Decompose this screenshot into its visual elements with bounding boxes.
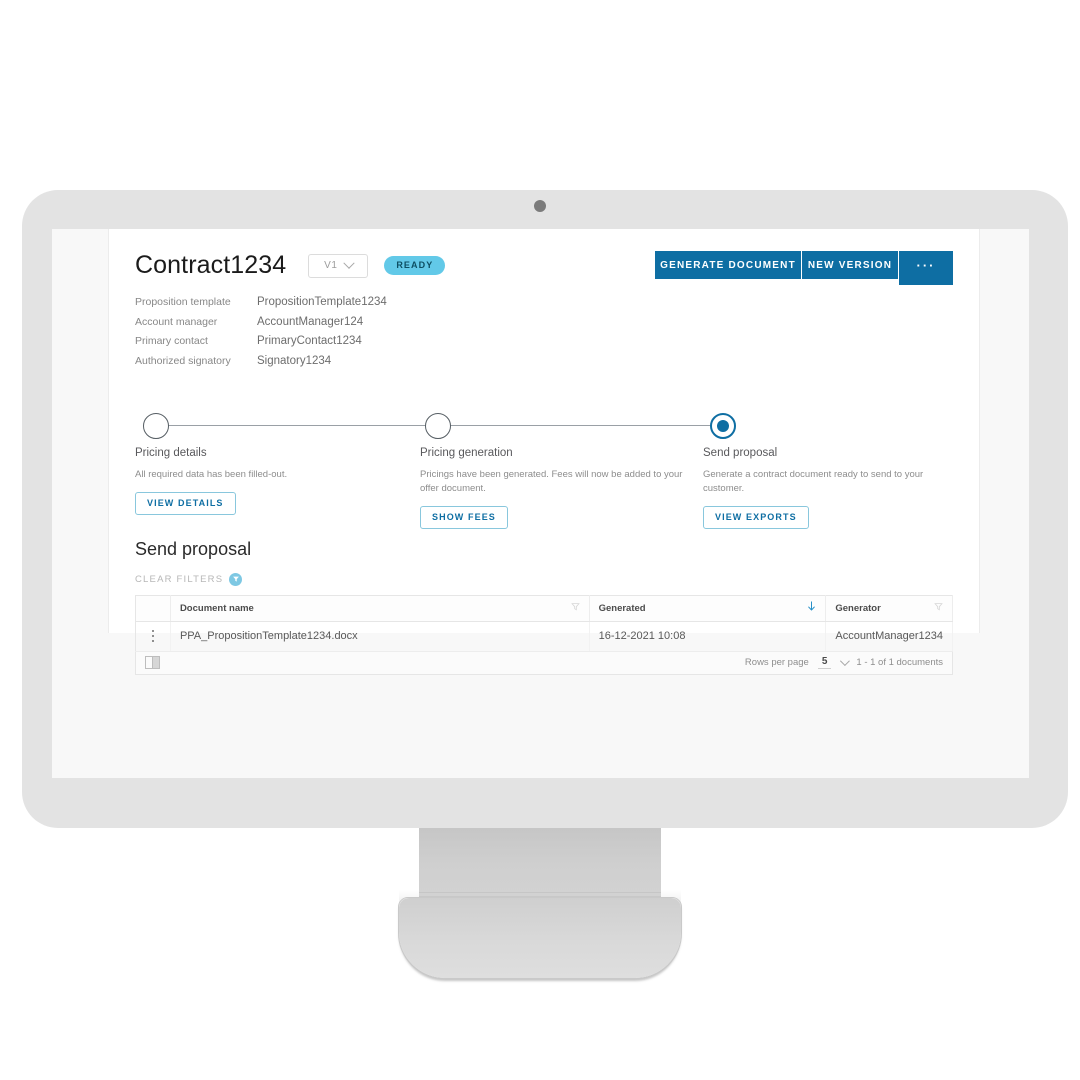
- version-select-value: V1: [324, 260, 338, 271]
- monitor-screen: Contract1234 V1 READY Proposition templa…: [52, 229, 1029, 778]
- meta-row: Primary contact PrimaryContact1234: [135, 333, 953, 349]
- content-card: Contract1234 V1 READY Proposition templa…: [108, 229, 980, 675]
- filter-icon[interactable]: [570, 602, 580, 614]
- sort-desc-icon[interactable]: [807, 601, 816, 615]
- meta-row: Proposition template PropositionTemplate…: [135, 294, 953, 310]
- app-page: Contract1234 V1 READY Proposition templa…: [52, 229, 1029, 778]
- clear-filters-button[interactable]: CLEAR FILTERS: [135, 572, 953, 586]
- column-label: Generator: [835, 602, 881, 614]
- meta-value: PropositionTemplate1234: [257, 296, 387, 308]
- column-header-document-name[interactable]: Document name: [170, 595, 590, 622]
- column-header-generator[interactable]: Generator: [825, 595, 953, 622]
- section-title: Send proposal: [135, 538, 252, 559]
- row-actions-menu[interactable]: [135, 621, 171, 652]
- stepper-node-send-proposal[interactable]: [710, 412, 736, 439]
- column-chooser-icon[interactable]: [145, 656, 160, 669]
- contract-header: Contract1234 V1 READY Proposition templa…: [109, 229, 979, 369]
- screenshot-scene: Contract1234 V1 READY Proposition templa…: [0, 0, 1080, 1080]
- meta-label: Account manager: [135, 315, 218, 328]
- stepper-node-pricing-details[interactable]: [143, 412, 169, 439]
- meta-label: Primary contact: [135, 335, 208, 347]
- chevron-down-icon: [342, 257, 355, 269]
- step-title: Pricing details: [135, 446, 207, 459]
- meta-value: PrimaryContact1234: [257, 335, 362, 347]
- view-exports-button[interactable]: VIEW EXPORTS: [703, 505, 809, 529]
- table-footer: Rows per page 5 1 - 1 of 1 documents: [135, 651, 953, 675]
- step-pricing-details: Pricing details All required data has be…: [135, 447, 385, 515]
- meta-value: Signatory1234: [257, 354, 332, 367]
- clear-filters-label: CLEAR FILTERS: [135, 573, 224, 585]
- step-description: Pricings have been generated. Fees will …: [420, 468, 683, 494]
- step-pricing-generation: Pricing generation Pricings have been ge…: [420, 447, 698, 529]
- version-select[interactable]: V1: [308, 253, 369, 278]
- table-header-row: Document name Generated Generator: [135, 595, 953, 622]
- status-badge: READY: [384, 256, 446, 275]
- step-send-proposal: Send proposal Generate a contract docume…: [703, 447, 961, 529]
- column-label: Generated: [598, 602, 646, 614]
- cell-document-name: PPA_PropositionTemplate1234.docx: [170, 621, 590, 652]
- generate-document-button[interactable]: GENERATE DOCUMENT: [655, 251, 802, 279]
- table-row[interactable]: PPA_PropositionTemplate1234.docx 16-12-2…: [135, 621, 953, 652]
- column-header-generated[interactable]: Generated: [589, 595, 827, 622]
- column-label: Document name: [179, 602, 254, 614]
- filter-icon[interactable]: [934, 602, 943, 614]
- show-fees-button[interactable]: SHOW FEES: [420, 505, 508, 529]
- rows-per-page-label: Rows per page: [744, 657, 809, 668]
- stepper-node-pricing-generation[interactable]: [425, 412, 451, 439]
- cell-generated: 16-12-2021 10:08: [589, 621, 827, 652]
- rows-per-page-select[interactable]: 5: [817, 656, 832, 669]
- meta-label: Proposition template: [135, 296, 231, 308]
- meta-row: Account manager AccountManager124: [135, 314, 953, 330]
- more-options-button[interactable]: ···: [899, 251, 953, 285]
- pagination-range: 1 - 1 of 1 documents: [856, 657, 943, 668]
- chevron-down-icon[interactable]: [840, 656, 851, 667]
- meta-label: Authorized signatory: [135, 354, 231, 367]
- documents-table: Document name Generated Generator PPA_Pr…: [135, 594, 953, 652]
- pagination-controls: Rows per page 5 1 - 1 of 1 documents: [745, 656, 943, 669]
- documents-section: Send proposal CLEAR FILTERS Document nam…: [135, 539, 953, 675]
- contract-meta-list: Proposition template PropositionTemplate…: [135, 294, 953, 369]
- step-description: Generate a contract document ready to se…: [703, 468, 924, 494]
- webcam-icon: [534, 200, 546, 212]
- progress-stepper: Pricing details All required data has be…: [135, 407, 953, 529]
- step-description: All required data has been filled-out.: [135, 468, 288, 480]
- cell-generator: AccountManager1234: [825, 621, 953, 652]
- row-actions-column-header: [135, 595, 171, 622]
- meta-value: AccountManager124: [257, 315, 364, 328]
- kebab-menu-icon[interactable]: [136, 629, 170, 643]
- step-title: Send proposal: [703, 446, 778, 459]
- meta-row: Authorized signatory Signatory1234: [135, 353, 953, 369]
- monitor-stand-base: [398, 897, 682, 979]
- step-title: Pricing generation: [420, 446, 513, 459]
- header-actions: GENERATE DOCUMENT NEW VERSION ···: [655, 251, 953, 285]
- filter-icon: [229, 572, 243, 586]
- view-details-button[interactable]: VIEW DETAILS: [135, 491, 236, 515]
- new-version-button[interactable]: NEW VERSION: [802, 251, 899, 279]
- page-title: Contract1234: [135, 251, 287, 279]
